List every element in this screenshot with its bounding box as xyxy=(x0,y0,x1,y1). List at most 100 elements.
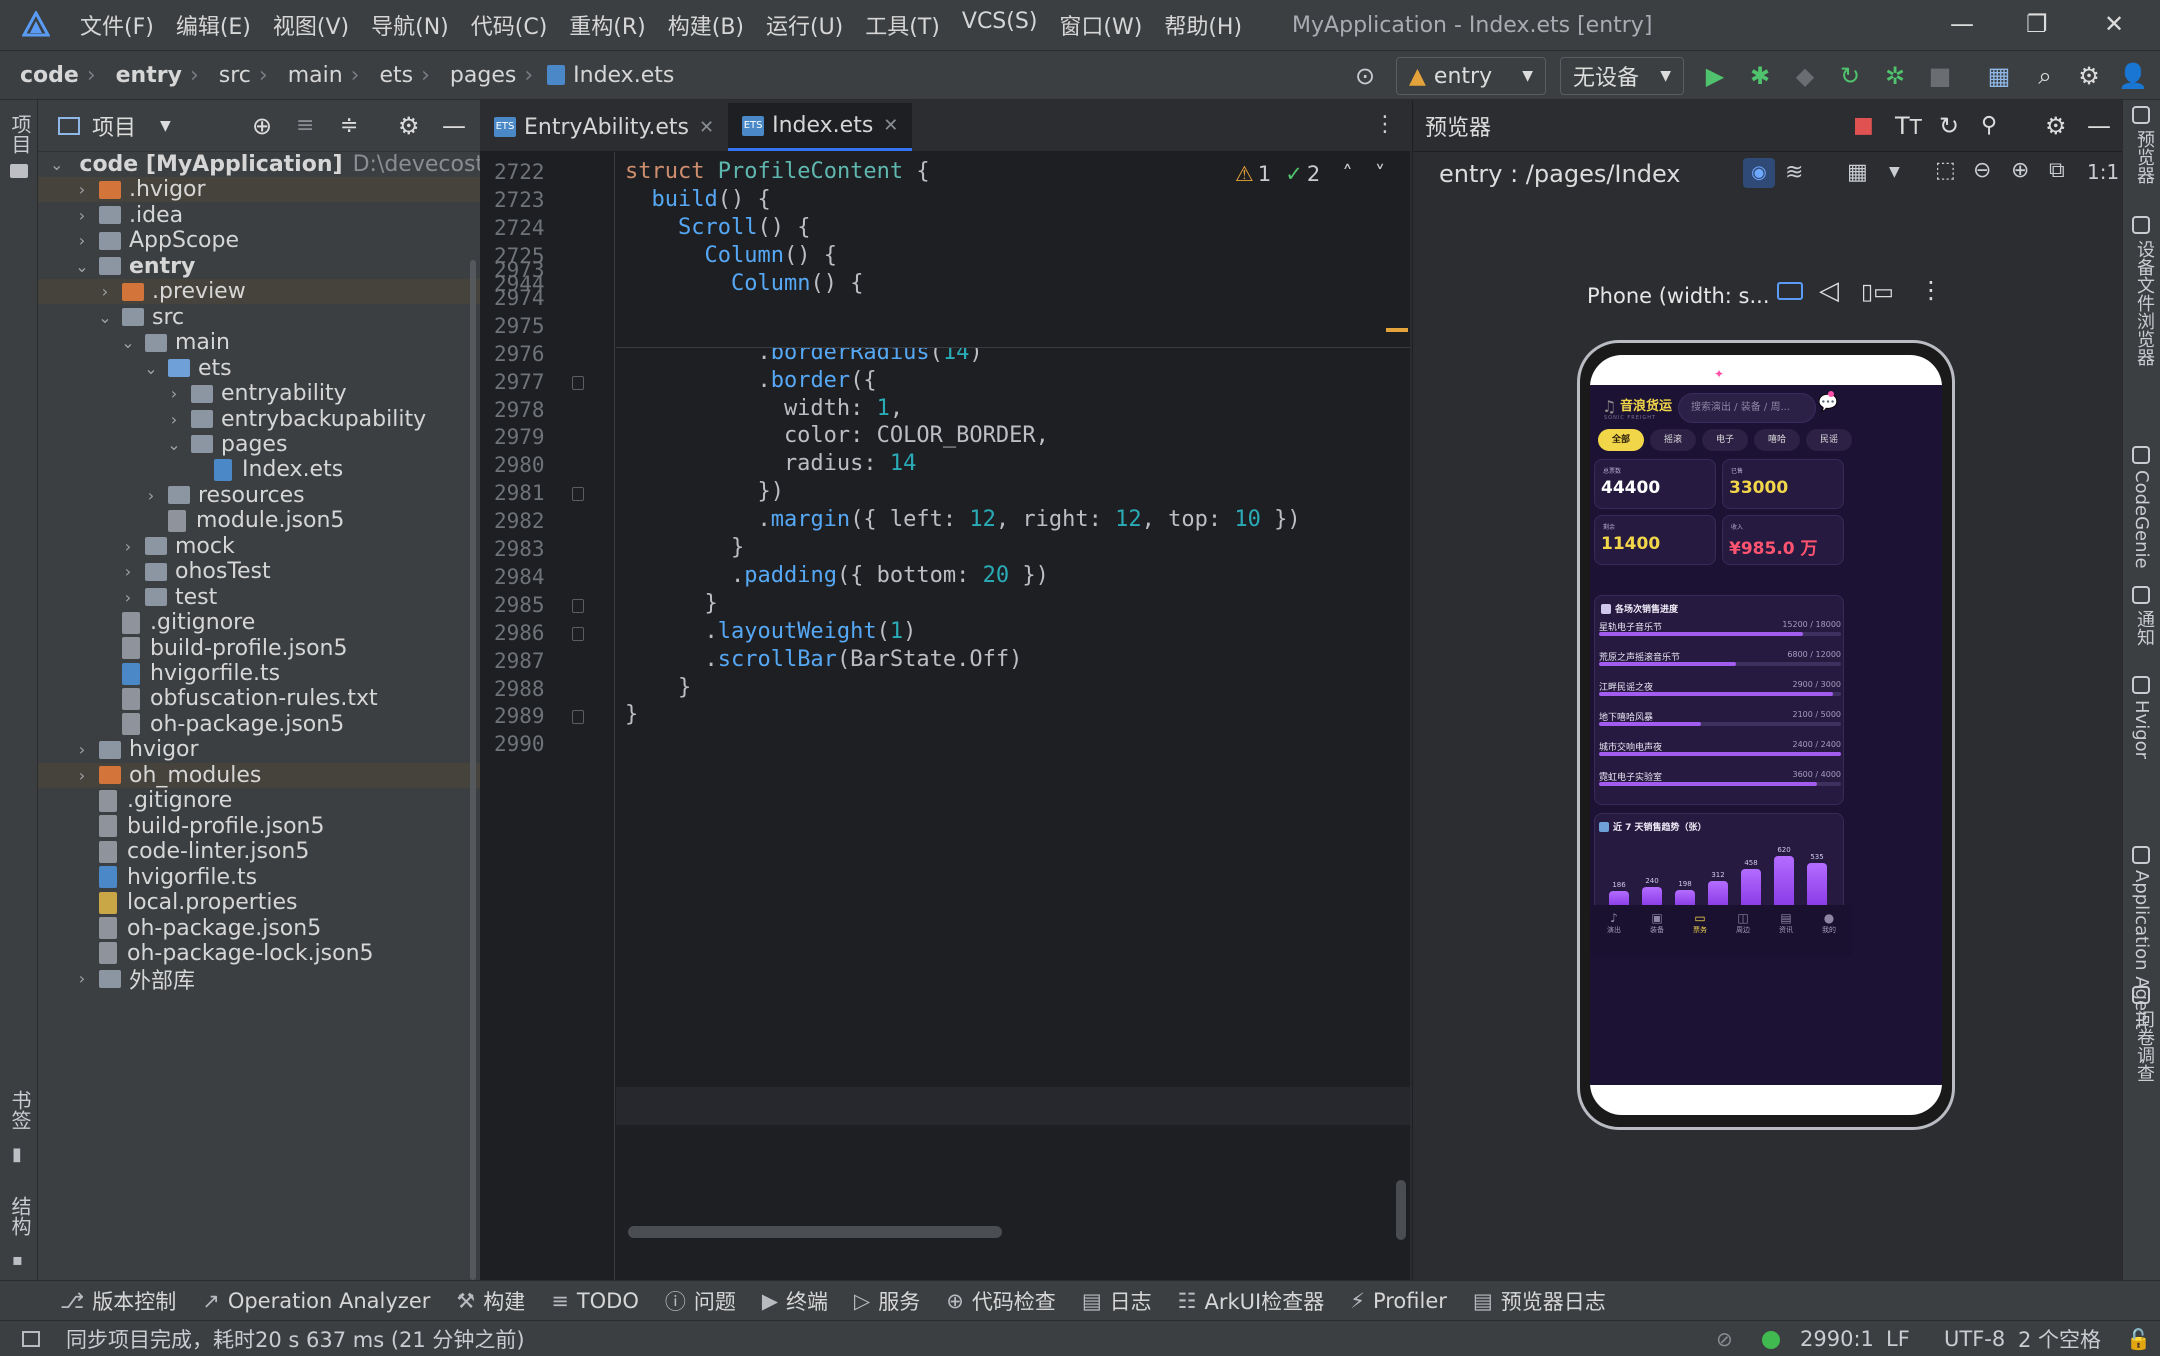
debug-icon[interactable]: ✱ xyxy=(1745,61,1775,91)
device-manager-icon[interactable]: ▦ xyxy=(1984,61,2014,91)
breadcrumb-item[interactable]: entry xyxy=(116,63,182,88)
tree-item[interactable]: › .hvigor xyxy=(38,177,480,203)
locate-icon[interactable]: ⊕ xyxy=(252,112,272,140)
breadcrumb-item[interactable]: ets xyxy=(379,63,413,88)
right-tool-button[interactable]: Hvigor xyxy=(2131,700,2152,759)
bottom-nav-item[interactable]: ▤ 资讯 xyxy=(1766,911,1806,935)
tool-window-button[interactable]: ↗ Operation Analyzer xyxy=(202,1289,430,1313)
chevron-down-icon[interactable]: ⌄ xyxy=(73,257,91,276)
fit-screen-icon[interactable]: ⧉ xyxy=(2049,158,2065,183)
tool-window-button[interactable]: ⚡ Profiler xyxy=(1350,1289,1447,1313)
hide-panel-icon[interactable]: — xyxy=(2087,112,2111,140)
collapse-all-icon[interactable]: ≑ xyxy=(340,113,358,138)
tree-item[interactable]: obfuscation-rules.txt xyxy=(38,686,480,711)
inspector-toggle-icon[interactable]: ◉ xyxy=(1743,158,1775,188)
zoom-in-icon[interactable]: ⊕ xyxy=(2011,158,2029,183)
horizontal-scrollbar[interactable] xyxy=(628,1226,1002,1238)
sticky-code-line[interactable]: Scroll() { xyxy=(625,215,810,240)
bottom-nav-item[interactable]: ▭ 票务 xyxy=(1680,911,1720,935)
menu-item[interactable]: 导航(N) xyxy=(371,9,449,41)
fold-marker-icon[interactable] xyxy=(572,710,584,725)
bottom-nav-item[interactable]: ▣ 装备 xyxy=(1637,911,1677,935)
tool-window-button[interactable]: ⚒ 构建 xyxy=(456,1286,525,1316)
minimize-button[interactable]: — xyxy=(1950,10,1974,38)
sticky-code-line[interactable]: build() { xyxy=(625,187,771,212)
structure-tool-button[interactable]: 结构 xyxy=(6,1196,35,1236)
chevron-right-icon[interactable]: › xyxy=(119,562,137,581)
device-selector[interactable]: 无设备 ▼ xyxy=(1560,57,1684,95)
font-size-icon[interactable]: TT xyxy=(1895,112,1922,140)
tool-window-button[interactable]: ⎇ 版本控制 xyxy=(60,1286,176,1316)
tree-item[interactable]: › test xyxy=(38,585,480,610)
project-view-selector[interactable]: 项目 xyxy=(92,110,136,142)
pin-icon[interactable]: ⚲ xyxy=(1981,113,1997,138)
menu-item[interactable]: 编辑(E) xyxy=(176,9,251,41)
rotate-icon[interactable] xyxy=(1777,282,1803,300)
menu-item[interactable]: 视图(V) xyxy=(273,9,349,41)
previous-highlight-icon[interactable]: ˄ xyxy=(1342,162,1353,186)
vertical-scrollbar[interactable] xyxy=(1396,1180,1406,1240)
chevron-down-icon[interactable]: ▼ xyxy=(1889,164,1900,180)
hide-panel-icon[interactable]: — xyxy=(442,112,466,140)
chevron-right-icon[interactable]: › xyxy=(142,486,160,505)
chevron-right-icon[interactable]: › xyxy=(73,766,91,785)
apply-changes-icon[interactable]: ↻ xyxy=(1835,61,1865,91)
right-tool-button[interactable]: CodeGenie xyxy=(2131,470,2152,569)
expand-all-icon[interactable]: ≡ xyxy=(296,113,314,138)
tree-item[interactable]: ⌄ main xyxy=(38,330,480,355)
tree-item[interactable]: .gitignore xyxy=(38,788,480,813)
tree-item[interactable]: .gitignore xyxy=(38,610,480,635)
tool-window-button[interactable]: ⊕ 代码检查 xyxy=(946,1286,1056,1316)
device-label[interactable]: Phone (width: s... xyxy=(1587,284,1770,308)
account-icon[interactable]: 👤 xyxy=(2118,61,2148,91)
fold-marker-icon[interactable] xyxy=(572,626,584,641)
tool-window-button[interactable]: ⓘ 问题 xyxy=(665,1286,736,1316)
menu-item[interactable]: 重构(R) xyxy=(569,9,645,41)
chevron-down-icon[interactable]: ⌄ xyxy=(50,155,63,174)
chevron-right-icon[interactable]: › xyxy=(73,740,91,759)
search-icon[interactable]: ⌕ xyxy=(2030,61,2060,91)
right-tool-button[interactable]: 通知 xyxy=(2131,610,2157,646)
settings-icon[interactable]: ⚙ xyxy=(2074,61,2104,91)
tree-item[interactable]: › hvigor xyxy=(38,737,480,762)
right-tool-button[interactable]: Application Agent xyxy=(2131,870,2152,1030)
fold-device-icon[interactable]: ▯▭ xyxy=(1861,280,1894,305)
breadcrumb-item[interactable]: pages xyxy=(450,63,516,88)
fold-marker-icon[interactable] xyxy=(572,375,584,390)
progress-row[interactable]: 霓虹电子实验室 3600 / 4000 xyxy=(1595,768,1845,808)
inspection-widget[interactable]: ⚠ 1 ✓ 2 ˄ ˅ xyxy=(1235,162,1385,186)
indent-setting[interactable]: 2 个空格 xyxy=(2018,1324,2101,1354)
module-selector[interactable]: ▲ entry ▼ xyxy=(1396,57,1546,95)
stat-card[interactable]: 总票数 44400 xyxy=(1594,459,1716,509)
breadcrumb-item[interactable]: code xyxy=(20,63,79,88)
chevron-down-icon[interactable]: ⌄ xyxy=(142,359,160,378)
search-input[interactable]: 搜索演出 / 装备 / 周... xyxy=(1678,393,1816,423)
layers-icon[interactable]: ≋ xyxy=(1785,160,1803,185)
menu-item[interactable]: VCS(S) xyxy=(962,9,1038,41)
tree-item[interactable]: › resources xyxy=(38,483,480,508)
tool-window-button[interactable]: ▶ 终端 xyxy=(762,1286,828,1316)
chevron-right-icon[interactable]: › xyxy=(119,588,137,607)
chevron-down-icon[interactable]: ▼ xyxy=(160,118,171,134)
menu-item[interactable]: 帮助(H) xyxy=(1164,9,1242,41)
chevron-right-icon[interactable]: › xyxy=(165,410,183,429)
category-chip[interactable]: 电子 xyxy=(1702,429,1748,451)
breadcrumb-item[interactable]: Index.ets xyxy=(573,63,674,88)
breadcrumb-item[interactable]: main xyxy=(288,63,343,88)
sticky-code-line[interactable]: Column() { xyxy=(625,271,863,296)
stat-card[interactable]: 收入 ¥985.0 万 xyxy=(1722,515,1844,565)
settings-icon[interactable]: ⚙ xyxy=(2045,112,2067,140)
chevron-right-icon[interactable]: › xyxy=(73,180,91,199)
actual-size-icon[interactable]: 1:1 xyxy=(2087,160,2119,184)
next-highlight-icon[interactable]: ˅ xyxy=(1375,162,1386,186)
tree-item[interactable]: Index.ets xyxy=(38,457,480,482)
menu-item[interactable]: 文件(F) xyxy=(80,9,154,41)
more-options-icon[interactable]: ⋮ xyxy=(1919,276,1943,304)
stop-icon[interactable]: ■ xyxy=(1925,61,1955,91)
tree-item[interactable]: hvigorfile.ts xyxy=(38,865,480,890)
back-icon[interactable]: ◁ xyxy=(1819,276,1839,306)
tree-item[interactable]: oh-package-lock.json5 xyxy=(38,941,480,966)
bookmarks-tool-button[interactable]: 书签 xyxy=(6,1090,35,1130)
bottom-nav-item[interactable]: ◫ 周边 xyxy=(1723,911,1763,935)
right-tool-button[interactable]: 预览器 xyxy=(2131,130,2157,184)
